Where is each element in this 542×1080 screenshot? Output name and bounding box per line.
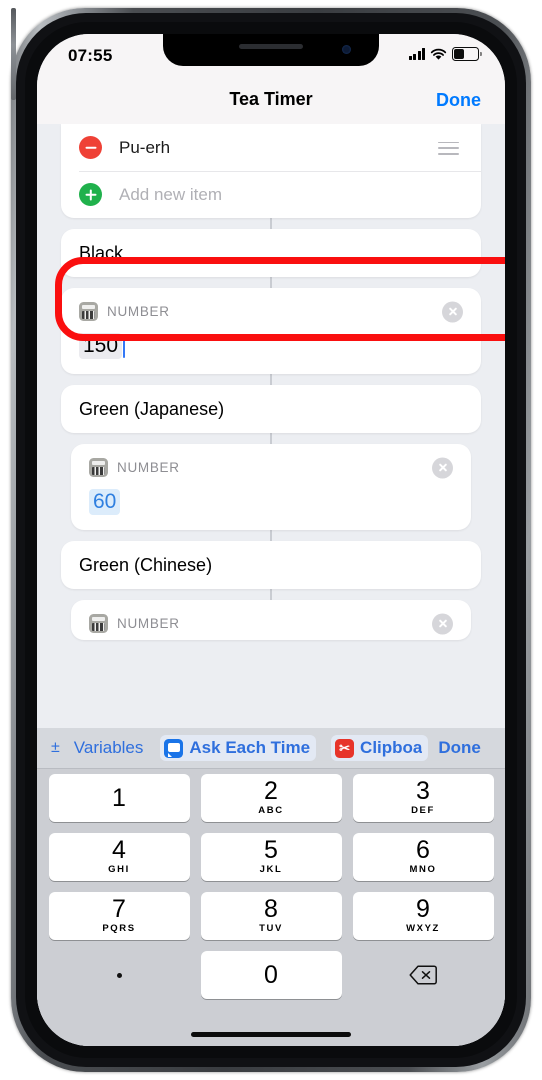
calculator-icon bbox=[79, 302, 98, 321]
clear-circle-icon[interactable] bbox=[432, 457, 453, 478]
tea-name-green-japanese: Green (Japanese) bbox=[79, 398, 225, 419]
key-2[interactable]: 2 ABC bbox=[200, 774, 342, 822]
clear-circle-icon[interactable] bbox=[432, 613, 453, 634]
navigation-bar: Tea Timer Done bbox=[37, 80, 505, 124]
tea-name-green-chinese: Green (Chinese) bbox=[79, 554, 213, 575]
key-digit: 4 bbox=[112, 836, 126, 864]
key-0[interactable]: 0 bbox=[200, 951, 342, 999]
drag-handle-icon[interactable] bbox=[438, 141, 459, 155]
scissors-icon: ✂ bbox=[335, 738, 355, 758]
home-indicator[interactable] bbox=[191, 1032, 351, 1037]
list-card: Pu-erh Add new item bbox=[61, 124, 481, 218]
phone-bezel: 07:55 Tea Timer Done Pu-erh Add new item… bbox=[25, 22, 517, 1058]
speech-bubble-icon bbox=[164, 738, 184, 758]
clipboard-label: Clipboa bbox=[360, 738, 423, 757]
battery-icon bbox=[452, 47, 482, 61]
key-decimal[interactable] bbox=[49, 951, 190, 999]
ask-each-time-label: Ask Each Time bbox=[189, 738, 311, 757]
keypad-row: 4 GHI 5 JKL 6 MNO bbox=[37, 833, 505, 881]
key-digit: 5 bbox=[264, 836, 278, 864]
key-letters: TUV bbox=[259, 923, 283, 934]
clear-circle-icon[interactable] bbox=[442, 301, 463, 322]
key-digit: 0 bbox=[264, 960, 278, 989]
wifi-icon bbox=[430, 48, 447, 61]
key-3[interactable]: 3 DEF bbox=[352, 774, 494, 822]
key-9[interactable]: 9 WXYZ bbox=[352, 892, 494, 940]
key-letters: PQRS bbox=[102, 923, 136, 934]
key-digit: 3 bbox=[416, 777, 430, 805]
calculator-icon bbox=[89, 458, 108, 477]
flow-connector bbox=[270, 589, 272, 600]
number-card-green-japanese[interactable]: NUMBER 60 bbox=[71, 444, 471, 530]
phone-midframe: 07:55 Tea Timer Done Pu-erh Add new item… bbox=[16, 13, 526, 1067]
calculator-icon bbox=[89, 614, 108, 633]
keypad-row: 7 PQRS 8 TUV 9 WXYZ bbox=[37, 892, 505, 940]
phone-screen: 07:55 Tea Timer Done Pu-erh Add new item… bbox=[37, 34, 505, 1046]
key-digit: 7 bbox=[112, 895, 126, 923]
cellular-signal-icon bbox=[408, 48, 425, 60]
flow-connector bbox=[270, 374, 272, 385]
earpiece-speaker bbox=[239, 44, 303, 49]
key-letters: MNO bbox=[409, 864, 437, 875]
numeric-keypad: 1 2 ABC 3 DEF 4 GHI 5 JKL 6 MNO 7 PQRS 8… bbox=[37, 769, 505, 1046]
remove-circle-icon[interactable] bbox=[79, 136, 102, 159]
number-input-value[interactable]: 60 bbox=[89, 489, 121, 515]
keypad-row: 0 bbox=[37, 951, 505, 999]
key-digit: 9 bbox=[416, 895, 430, 923]
ask-each-time-chip[interactable]: Ask Each Time bbox=[160, 735, 317, 761]
tea-name-black: Black bbox=[79, 242, 124, 263]
flow-connector bbox=[270, 277, 272, 288]
key-7[interactable]: 7 PQRS bbox=[48, 892, 190, 940]
key-letters: ABC bbox=[258, 805, 284, 816]
key-backspace[interactable] bbox=[353, 951, 494, 999]
key-4[interactable]: 4 GHI bbox=[48, 833, 190, 881]
list-item-label: Pu-erh bbox=[119, 137, 171, 157]
key-letters: GHI bbox=[108, 864, 130, 875]
number-label: NUMBER bbox=[107, 304, 170, 319]
number-card-green-chinese[interactable]: NUMBER bbox=[71, 600, 471, 640]
add-new-item-row[interactable]: Add new item bbox=[61, 171, 481, 218]
plus-minus-button[interactable]: ± bbox=[51, 739, 60, 757]
block-name-card[interactable]: Green (Chinese) bbox=[61, 541, 481, 589]
key-1[interactable]: 1 bbox=[48, 774, 190, 822]
number-card-black[interactable]: NUMBER 150 bbox=[61, 288, 481, 374]
key-6[interactable]: 6 MNO bbox=[352, 833, 494, 881]
key-digit: 1 bbox=[112, 783, 126, 812]
block-name-card[interactable]: Green (Japanese) bbox=[61, 385, 481, 433]
clipboard-chip[interactable]: ✂ Clipboa bbox=[331, 735, 429, 761]
nav-done-button[interactable]: Done bbox=[436, 90, 481, 111]
key-5[interactable]: 5 JKL bbox=[200, 833, 342, 881]
flow-connector bbox=[270, 530, 272, 541]
add-new-item-label: Add new item bbox=[119, 184, 222, 204]
block-name-card[interactable]: Black bbox=[61, 229, 481, 277]
page-title: Tea Timer bbox=[229, 89, 313, 109]
key-digit: 8 bbox=[264, 895, 278, 923]
number-input-value[interactable]: 150 bbox=[79, 333, 123, 359]
keypad-row: 1 2 ABC 3 DEF bbox=[37, 774, 505, 822]
add-circle-icon[interactable] bbox=[79, 183, 102, 206]
number-label: NUMBER bbox=[117, 616, 180, 631]
status-time: 07:55 bbox=[68, 46, 113, 65]
key-digit: 6 bbox=[416, 836, 430, 864]
notch bbox=[163, 34, 379, 66]
backspace-icon bbox=[409, 965, 437, 985]
key-letters: WXYZ bbox=[406, 923, 440, 934]
number-label: NUMBER bbox=[117, 460, 180, 475]
phone-frame: 07:55 Tea Timer Done Pu-erh Add new item… bbox=[11, 8, 531, 1072]
flow-connector bbox=[270, 433, 272, 444]
front-camera bbox=[342, 45, 351, 54]
list-item[interactable]: Pu-erh bbox=[61, 124, 481, 171]
text-caret bbox=[123, 334, 126, 358]
flow-connector bbox=[270, 218, 272, 229]
key-letters: JKL bbox=[259, 864, 283, 875]
key-letters: DEF bbox=[411, 805, 435, 816]
key-digit: 2 bbox=[264, 777, 278, 805]
variables-button[interactable]: Variables bbox=[74, 738, 144, 758]
keyboard-done-button[interactable]: Done bbox=[438, 738, 481, 758]
keyboard-accessory-bar: ± Variables Ask Each Time ✂ Clipboa Done bbox=[37, 728, 505, 769]
decimal-dot-icon bbox=[116, 972, 122, 978]
key-8[interactable]: 8 TUV bbox=[200, 892, 342, 940]
status-icons bbox=[408, 47, 482, 61]
